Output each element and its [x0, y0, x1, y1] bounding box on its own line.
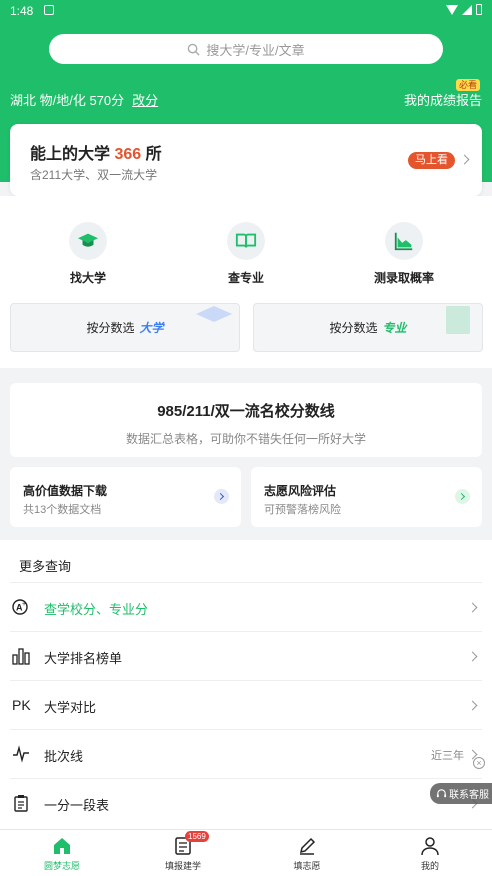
chevron-right-icon: [467, 651, 478, 662]
pick-prefix: 按分数选: [86, 321, 135, 335]
notification-count-badge: 1569: [185, 831, 209, 842]
tab-home[interactable]: 圆梦志愿: [22, 836, 102, 872]
status-bar: 1:48: [0, 0, 492, 22]
data-download-title: 高价值数据下载: [23, 484, 108, 498]
ranking-bars-icon: [12, 647, 32, 667]
view-now-button[interactable]: 马上看: [408, 152, 455, 169]
tool-label: 找大学: [69, 271, 106, 285]
pick-prefix: 按分数选: [329, 321, 378, 335]
graduation-cap-icon: [196, 306, 232, 322]
more-queries-title: 更多查询: [19, 559, 72, 574]
system-icons: [446, 4, 482, 15]
arrow-right-icon: [455, 489, 470, 504]
clipboard-icon: [12, 794, 32, 814]
score-search-icon: A +: [12, 598, 32, 618]
svg-text:+: +: [22, 601, 26, 608]
document-icon: 1569: [173, 831, 209, 856]
query-label: 查学校分、专业分: [44, 602, 149, 617]
score-line-subtitle: 数据汇总表格，可助你不错失任何一所好大学: [125, 432, 366, 446]
tab-fill-application[interactable]: 填志愿: [267, 836, 347, 872]
pick-by-score-university[interactable]: 按分数选 大学: [10, 303, 240, 352]
batch-line[interactable]: 批次线 近三年: [10, 729, 482, 778]
close-icon[interactable]: ×: [473, 757, 485, 769]
tool-label: 查专业: [227, 271, 264, 285]
reachable-title-suffix: 所: [145, 146, 162, 163]
chevron-right-icon: [467, 700, 478, 711]
area-chart-icon: [385, 222, 423, 260]
home-icon: [52, 836, 72, 856]
tab-label: 我的: [420, 861, 439, 871]
search-icon: [188, 43, 200, 56]
query-school-major-score[interactable]: A + 查学校分、专业分: [10, 582, 482, 631]
reachable-count: 366: [114, 146, 142, 163]
document-icon: [446, 306, 470, 334]
risk-assessment-title: 志愿风险评估: [264, 484, 337, 498]
query-label: 大学对比: [44, 700, 97, 715]
wifi-icon: [446, 4, 458, 15]
graduation-cap-icon: [69, 222, 107, 260]
customer-service-label: 联系客服: [449, 790, 489, 801]
arrow-right-icon: [214, 489, 229, 504]
reachable-title-prefix: 能上的大学: [30, 146, 111, 163]
university-compare[interactable]: PK 大学对比: [10, 680, 482, 729]
headset-icon: [436, 789, 447, 798]
tool-check-major[interactable]: 查专业: [201, 222, 291, 286]
tool-find-university[interactable]: 找大学: [43, 222, 133, 286]
search-placeholder: 搜大学/专业/文章: [206, 42, 305, 58]
chevron-right-icon: [459, 154, 470, 165]
score-segment-table[interactable]: 一分一段表: [10, 778, 482, 827]
bottom-tab-bar: 圆梦志愿 1569 填报建学 填志愿 我的: [0, 829, 492, 876]
last-three-years-label: 近三年: [431, 750, 464, 762]
chevron-right-icon: [467, 602, 478, 613]
tab-report-suggestion[interactable]: 1569 填报建学: [143, 831, 223, 872]
tab-label: 填志愿: [293, 861, 321, 871]
pulse-line-icon: [12, 745, 32, 765]
profile-summary: 湖北 物/地/化 570分 改分: [10, 90, 158, 109]
notification-icon: [44, 5, 54, 15]
pick-emphasis: 专业: [382, 321, 407, 335]
reachable-subtitle: 含211大学、双一流大学: [30, 168, 158, 182]
reachable-title: 能上的大学 366 所: [30, 140, 162, 164]
query-label: 一分一段表: [44, 798, 110, 813]
university-ranking[interactable]: 大学排名榜单: [10, 631, 482, 680]
famous-school-score-line-card[interactable]: 985/211/双一流名校分数线 数据汇总表格，可助你不错失任何一所好大学: [10, 383, 482, 457]
tool-admission-probability[interactable]: 测录取概率: [359, 222, 449, 286]
pen-icon: [297, 836, 317, 856]
open-book-icon: [227, 222, 265, 260]
signal-icon: [462, 4, 472, 15]
tab-me[interactable]: 我的: [390, 836, 470, 872]
change-score-link[interactable]: 改分: [132, 90, 158, 109]
customer-service-button[interactable]: 联系客服: [430, 783, 492, 804]
pick-emphasis: 大学: [139, 321, 164, 335]
search-bar[interactable]: 搜大学/专业/文章: [49, 34, 443, 64]
location-subjects-score: 湖北 物/地/化 570分: [10, 93, 125, 108]
query-label: 批次线: [44, 749, 84, 764]
data-download-card[interactable]: 高价值数据下载 共13个数据文档: [10, 467, 241, 527]
score-report-link[interactable]: 我的成绩报告: [404, 90, 482, 109]
battery-icon: [476, 4, 482, 15]
tab-label: 圆梦志愿: [43, 861, 80, 871]
score-line-title: 985/211/双一流名校分数线: [157, 403, 335, 420]
reachable-universities-card[interactable]: 能上的大学 366 所 含211大学、双一流大学 马上看: [10, 124, 482, 196]
risk-assessment-subtitle: 可预警落榜风险: [264, 504, 341, 516]
tool-label: 测录取概率: [373, 271, 434, 285]
status-time: 1:48: [10, 4, 34, 18]
pk-icon: PK: [12, 697, 31, 713]
risk-assessment-card[interactable]: 志愿风险评估 可预警落榜风险: [251, 467, 482, 527]
tab-label: 填报建学: [164, 861, 201, 871]
query-label: 大学排名榜单: [44, 651, 123, 666]
data-download-subtitle: 共13个数据文档: [23, 504, 102, 516]
pick-by-score-major[interactable]: 按分数选 专业: [253, 303, 483, 352]
user-icon: [420, 836, 440, 856]
